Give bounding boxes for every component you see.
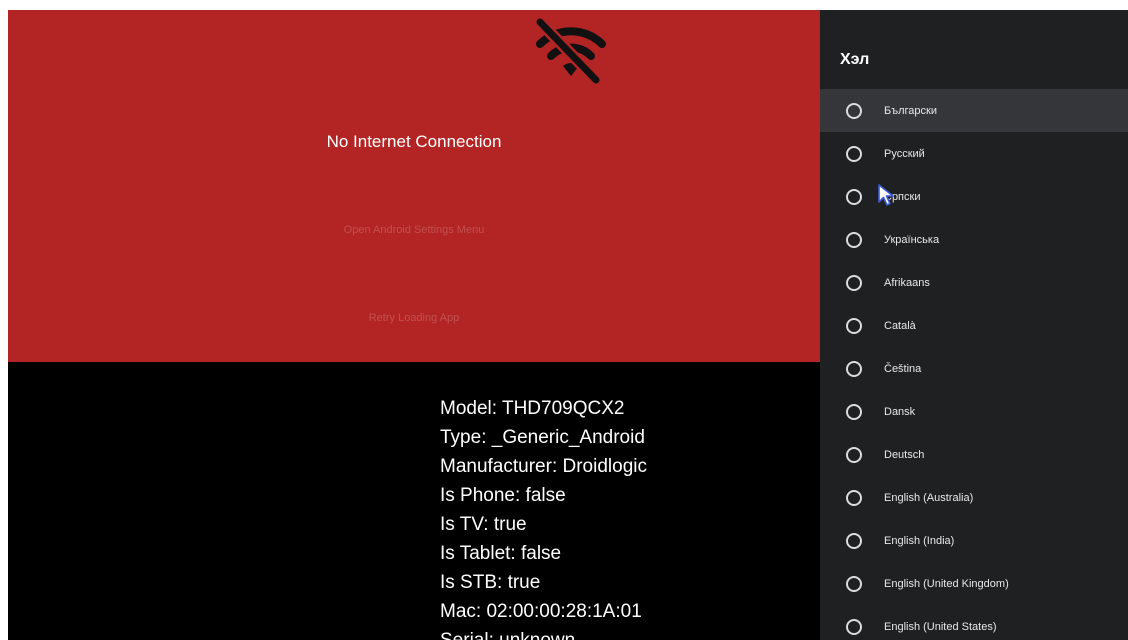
language-option-label: Čeština [884, 362, 922, 375]
radio-button-icon[interactable] [846, 231, 862, 248]
language-option[interactable]: Čeština [820, 347, 1128, 390]
language-option[interactable]: Български [820, 89, 1128, 132]
device-is-tablet: Is Tablet: false [440, 543, 562, 564]
language-option-label: English (India) [884, 534, 955, 547]
radio-button-icon[interactable] [846, 532, 862, 549]
language-option[interactable]: Deutsch [820, 433, 1128, 476]
radio-button-icon[interactable] [846, 446, 862, 463]
language-option[interactable]: English (United Kingdom) [820, 562, 1128, 605]
retry-loading-button[interactable]: Retry Loading App [8, 312, 820, 324]
device-manufacturer: Manufacturer: Droidlogic [440, 456, 647, 477]
device-is-tv: Is TV: true [440, 514, 527, 535]
device-serial: Serial: unknown [440, 626, 647, 640]
wifi-off-icon [535, 17, 606, 84]
radio-button-icon[interactable] [846, 188, 862, 205]
mouse-cursor-icon [878, 184, 894, 206]
radio-button-icon[interactable] [846, 575, 862, 592]
language-option[interactable]: Српски [820, 175, 1128, 218]
radio-button-icon[interactable] [846, 489, 862, 506]
radio-button-icon[interactable] [846, 274, 862, 291]
main-area: No Internet Connection Open Android Sett… [8, 10, 820, 640]
language-option[interactable]: English (United States) [820, 605, 1128, 640]
device-is-stb: Is STB: true [440, 572, 541, 593]
language-option[interactable]: Català [820, 304, 1128, 347]
device-info: Model: THD709QCX2 Type: _Generic_Android… [440, 394, 647, 640]
language-option[interactable]: Русский [820, 132, 1128, 175]
radio-button-icon[interactable] [846, 360, 862, 377]
language-list: Български Русский Српски Українська Afrikaan… [820, 89, 1128, 640]
language-option[interactable]: Afrikaans [820, 261, 1128, 304]
language-option-label: Dansk [884, 405, 916, 418]
error-panel: No Internet Connection Open Android Sett… [8, 10, 820, 362]
open-android-settings-button[interactable]: Open Android Settings Menu [8, 224, 820, 236]
language-option-label: Български [884, 104, 937, 117]
language-panel: Хэл Български Русский Српски Українська Afri… [820, 10, 1128, 640]
radio-button-icon[interactable] [846, 317, 862, 334]
language-option-label: Русский [884, 147, 925, 160]
language-option[interactable]: English (Australia) [820, 476, 1128, 519]
device-mac: Mac: 02:00:00:28:1A:01 [440, 601, 642, 622]
radio-button-icon[interactable] [846, 618, 862, 635]
tv-screen: No Internet Connection Open Android Sett… [8, 10, 1128, 640]
device-model: Model: THD709QCX2 [440, 398, 625, 419]
language-option-label: English (United Kingdom) [884, 577, 1009, 590]
language-option-label: Українська [884, 233, 940, 246]
language-option-label: Afrikaans [884, 276, 930, 289]
language-panel-title: Хэл [840, 51, 870, 68]
device-type: Type: _Generic_Android [440, 427, 645, 448]
device-is-phone: Is Phone: false [440, 485, 566, 506]
radio-button-icon[interactable] [846, 145, 862, 162]
language-option[interactable]: Dansk [820, 390, 1128, 433]
radio-button-icon[interactable] [846, 403, 862, 420]
language-option[interactable]: Українська [820, 218, 1128, 261]
error-title: No Internet Connection [326, 132, 502, 151]
language-option[interactable]: English (India) [820, 519, 1128, 562]
language-option-label: Deutsch [884, 448, 925, 461]
language-option-label: English (United States) [884, 620, 997, 633]
language-option-label: Català [884, 319, 916, 332]
language-option-label: English (Australia) [884, 491, 974, 504]
radio-button-icon[interactable] [846, 102, 862, 119]
